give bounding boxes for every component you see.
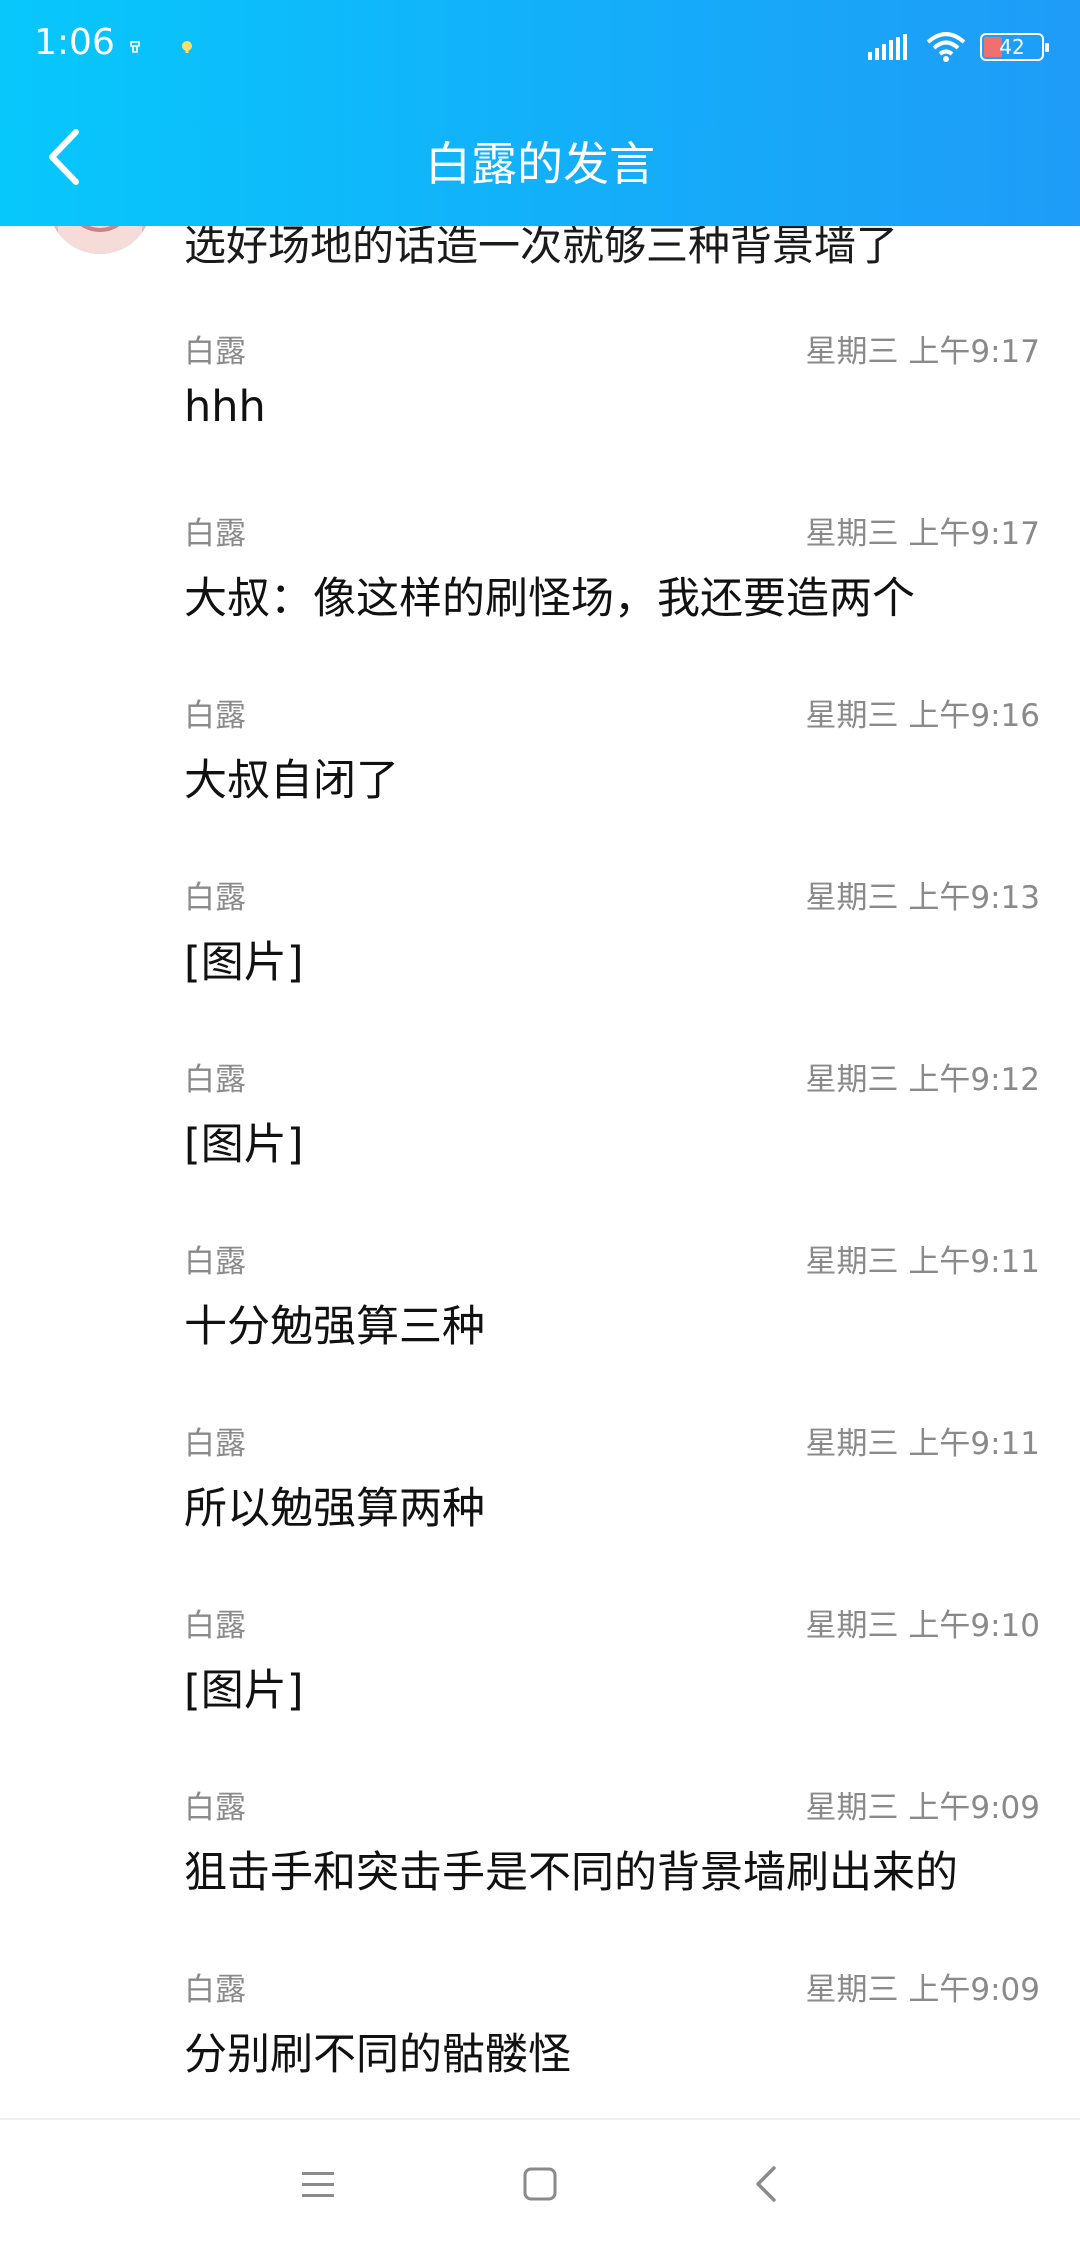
- message-time: 星期三 上午9:12: [805, 1062, 1040, 1098]
- message-text: 分别刷不同的骷髅怪: [184, 2030, 571, 2080]
- notification-icon: [182, 41, 192, 53]
- battery-icon: 42: [980, 33, 1049, 61]
- message-time: 星期三 上午9:09: [805, 1790, 1040, 1826]
- message-text: 所以勉强算两种: [184, 1484, 485, 1534]
- sender-name: 白露: [184, 1244, 246, 1280]
- app-header: 1:06 42 白露的发言: [0, 0, 1080, 226]
- message-time: 星期三 上午9:16: [805, 698, 1040, 734]
- list-item[interactable]: 白露 星期三 上午9:17 hhh: [184, 326, 1040, 508]
- message-text: [图片]: [184, 1666, 304, 1716]
- sender-name: 白露: [184, 1972, 246, 2008]
- sender-name: 白露: [184, 1790, 246, 1826]
- back-icon[interactable]: [738, 2154, 798, 2214]
- sender-name: 白露: [184, 1062, 246, 1098]
- list-item[interactable]: 白露 星期三 上午9:17 大叔：像这样的刷怪场，我还要造两个: [184, 508, 1040, 690]
- system-nav-bar: [0, 2120, 1080, 2248]
- menu-icon[interactable]: [288, 2154, 348, 2214]
- sender-name: 白露: [184, 334, 246, 370]
- message-time: 星期三 上午9:09: [805, 1972, 1040, 2008]
- sender-name: 白露: [184, 698, 246, 734]
- list-item[interactable]: 白露 星期三 上午9:11 所以勉强算两种: [184, 1418, 1040, 1600]
- battery-level: 42: [999, 35, 1025, 59]
- sender-name: 白露: [184, 516, 246, 552]
- message-text: [图片]: [184, 1120, 304, 1170]
- list-item[interactable]: 白露 星期三 上午9:09 狙击手和突击手是不同的背景墙刷出来的: [184, 1782, 1040, 1964]
- sender-name: 白露: [184, 880, 246, 916]
- message-text: 狙击手和突击手是不同的背景墙刷出来的: [184, 1848, 958, 1898]
- message-text: 大叔：像这样的刷怪场，我还要造两个: [184, 574, 915, 624]
- status-icons: 42: [868, 30, 1049, 64]
- message-text: [图片]: [184, 938, 304, 988]
- page-title: 白露的发言: [425, 137, 655, 191]
- list-item[interactable]: 白露 星期三 上午9:09 分别刷不同的骷髅怪: [184, 1964, 1040, 2120]
- list-item[interactable]: 白露 星期三 上午9:10 [图片]: [184, 1600, 1040, 1782]
- status-time: 1:06: [34, 22, 115, 63]
- list-item[interactable]: 白露 星期三 上午9:13 [图片]: [184, 872, 1040, 1054]
- message-time: 星期三 上午9:17: [805, 516, 1040, 552]
- message-time: 星期三 上午9:10: [805, 1608, 1040, 1644]
- list-item[interactable]: 白露 星期三 上午9:11 十分勉强算三种: [184, 1236, 1040, 1418]
- sender-name: 白露: [184, 1608, 246, 1644]
- message-list[interactable]: 选好场地的话造一次就够三种背景墙了 白露 星期三 上午9:17 hhh 白露 星期三 上…: [0, 0, 1080, 2120]
- home-icon[interactable]: [510, 2154, 570, 2214]
- message-time: 星期三 上午9:13: [805, 880, 1040, 916]
- message-time: 星期三 上午9:11: [805, 1244, 1040, 1280]
- message-time: 星期三 上午9:17: [805, 334, 1040, 370]
- message-text: 大叔自闭了: [184, 756, 399, 806]
- message-time: 星期三 上午9:11: [805, 1426, 1040, 1462]
- list-item[interactable]: 白露 星期三 上午9:12 [图片]: [184, 1054, 1040, 1236]
- signal-icon: [868, 34, 907, 60]
- usb-icon: [130, 41, 140, 53]
- message-text: hhh: [184, 382, 266, 432]
- message-text: 十分勉强算三种: [184, 1302, 485, 1352]
- wifi-icon: [926, 32, 966, 62]
- list-item[interactable]: 白露 星期三 上午9:16 大叔自闭了: [184, 690, 1040, 872]
- sender-name: 白露: [184, 1426, 246, 1462]
